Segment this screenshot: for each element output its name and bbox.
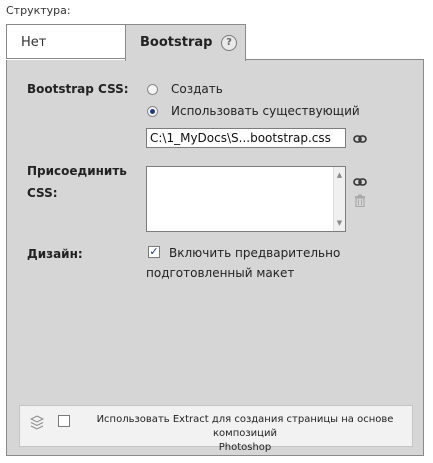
tab-bootstrap-label: Bootstrap	[140, 35, 213, 50]
radio-create[interactable]	[147, 84, 158, 95]
tab-bootstrap[interactable]: Bootstrap ?	[125, 24, 246, 61]
link-icon[interactable]	[353, 135, 367, 143]
tab-none[interactable]: Нет	[6, 24, 125, 59]
scroll-up-icon[interactable]: ▲	[334, 169, 345, 181]
design-option-line2: подготовленный макет	[146, 266, 295, 280]
extract-checkbox[interactable]	[58, 415, 70, 427]
attach-link-icon[interactable]	[353, 178, 367, 186]
attach-css-label-line1: Присоединить	[27, 164, 127, 178]
extract-description: Использовать Extract для создания страни…	[76, 413, 414, 455]
radio-use-existing[interactable]	[147, 106, 158, 117]
bootstrap-options-panel: Bootstrap CSS: Создать Использовать суще…	[6, 60, 424, 456]
design-label: Дизайн:	[27, 247, 83, 261]
attach-css-label-line2: CSS:	[27, 186, 58, 200]
help-icon[interactable]: ?	[221, 35, 237, 51]
bootstrap-structure-panel: Структура: Нет Bootstrap ? Bootstrap CSS…	[0, 0, 433, 463]
extract-text-line2: Photoshop	[218, 442, 272, 453]
design-checkbox[interactable]: ✓	[148, 246, 160, 258]
section-label: Структура:	[6, 4, 71, 17]
tab-none-label: Нет	[21, 35, 47, 50]
scroll-down-icon[interactable]: ▼	[334, 217, 345, 229]
radio-use-existing-label: Использовать существующий	[171, 104, 360, 118]
trash-icon[interactable]	[354, 194, 366, 207]
attach-css-scrollbar[interactable]: ▲ ▼	[333, 167, 345, 231]
tab-bar: Нет Bootstrap ?	[6, 24, 424, 61]
layers-icon	[30, 415, 44, 430]
radio-create-label: Создать	[171, 82, 223, 96]
design-option-line1: Включить предварительно	[169, 246, 341, 260]
bootstrap-css-path-input[interactable]	[146, 128, 346, 148]
attach-css-list[interactable]: ▲ ▼	[146, 166, 346, 232]
extract-text-line1: Использовать Extract для создания страни…	[96, 414, 394, 439]
extract-bar: Использовать Extract для создания страни…	[19, 405, 413, 453]
bootstrap-css-label: Bootstrap CSS:	[27, 82, 129, 96]
